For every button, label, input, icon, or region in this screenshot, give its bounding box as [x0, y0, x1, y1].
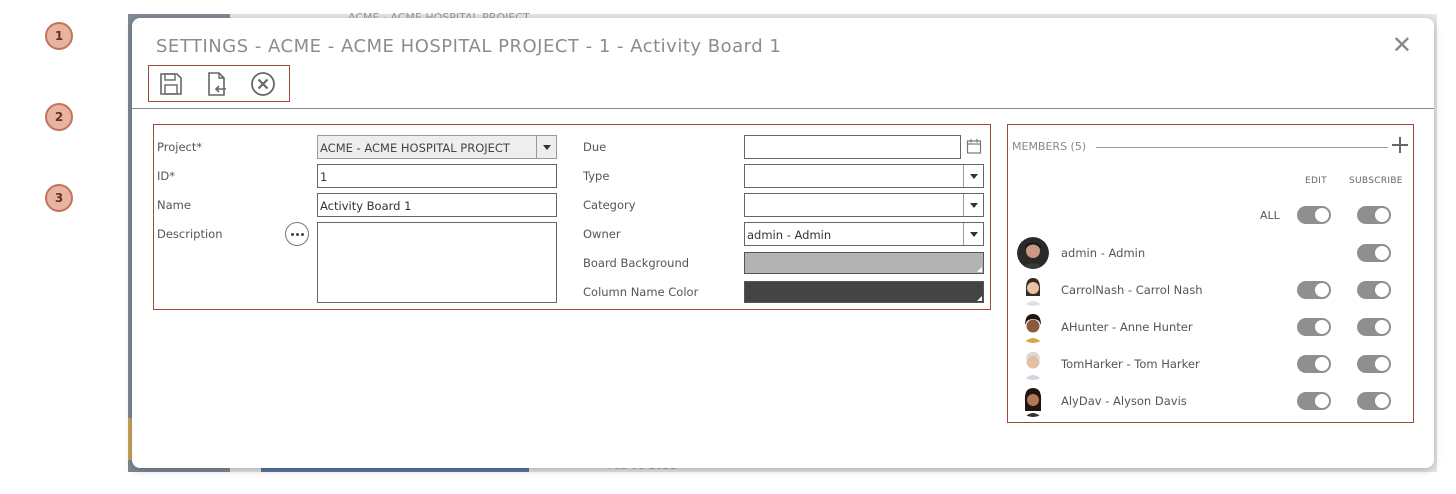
due-date-field[interactable]	[744, 135, 961, 159]
project-select[interactable]: ACME - ACME HOSPITAL PROJECT	[317, 135, 557, 159]
column-name-color-label: Column Name Color	[583, 285, 699, 299]
name-label: Name	[157, 198, 191, 212]
due-label: Due	[583, 140, 607, 154]
id-label: ID*	[157, 169, 175, 183]
save-icon	[160, 72, 182, 95]
close-icon[interactable]: ✕	[1392, 33, 1412, 57]
member-name: CarrolNash - Carrol Nash	[1061, 283, 1203, 297]
edit-toggle[interactable]	[1297, 355, 1331, 373]
avatar	[1017, 348, 1049, 380]
board-settings-form: Project* ACME - ACME HOSPITAL PROJECT ID…	[153, 124, 991, 310]
subscribe-all-toggle[interactable]	[1357, 206, 1391, 224]
chevron-down-icon[interactable]	[963, 223, 983, 245]
edit-toggle[interactable]	[1297, 318, 1331, 336]
all-label: ALL	[1260, 209, 1280, 222]
category-label: Category	[583, 198, 636, 212]
members-panel: MEMBERS (5) EDIT SUBSCRIBE ALL admin - A…	[1007, 124, 1414, 423]
member-name: AlyDav - Alyson Davis	[1061, 394, 1187, 408]
subscribe-toggle[interactable]	[1357, 281, 1391, 299]
member-row: TomHarker - Tom Harker	[1008, 347, 1413, 381]
member-name: TomHarker - Tom Harker	[1061, 357, 1200, 371]
owner-select[interactable]: admin - Admin	[744, 222, 984, 246]
more-options-icon[interactable]	[285, 222, 309, 246]
id-field[interactable]: 1	[317, 164, 557, 188]
chevron-down-icon[interactable]	[963, 165, 983, 187]
dialog-toolbar	[148, 65, 290, 102]
edit-all-toggle[interactable]	[1297, 206, 1331, 224]
member-row: admin - Admin	[1008, 236, 1413, 270]
column-name-color-picker[interactable]	[744, 281, 984, 303]
toolbar-divider	[132, 108, 1434, 109]
export-button[interactable]	[203, 70, 231, 98]
member-name: admin - Admin	[1061, 246, 1146, 260]
add-member-icon[interactable]	[1391, 136, 1409, 154]
save-button[interactable]	[157, 70, 185, 98]
avatar	[1017, 274, 1049, 306]
cancel-button[interactable]	[249, 70, 277, 98]
board-background-color-picker[interactable]	[744, 252, 984, 274]
description-label: Description	[157, 227, 223, 241]
member-row: CarrolNash - Carrol Nash	[1008, 273, 1413, 307]
members-header-line	[1096, 147, 1388, 148]
step-marker-3: 3	[45, 184, 73, 212]
avatar	[1017, 237, 1049, 269]
export-icon	[208, 71, 226, 96]
member-name: AHunter - Anne Hunter	[1061, 320, 1193, 334]
chevron-down-icon[interactable]	[963, 194, 983, 216]
step-marker-1: 1	[45, 22, 73, 50]
subscribe-toggle[interactable]	[1357, 318, 1391, 336]
type-select[interactable]	[744, 164, 984, 188]
step-marker-2: 2	[45, 103, 73, 131]
dialog-title: SETTINGS - ACME - ACME HOSPITAL PROJECT …	[156, 36, 782, 57]
category-select[interactable]	[744, 193, 984, 217]
board-background-label: Board Background	[583, 256, 690, 270]
project-value: ACME - ACME HOSPITAL PROJECT	[320, 141, 510, 155]
member-row: AHunter - Anne Hunter	[1008, 310, 1413, 344]
member-row: AlyDav - Alyson Davis	[1008, 384, 1413, 418]
calendar-icon[interactable]	[966, 138, 982, 154]
edit-column-header: EDIT	[1305, 176, 1327, 186]
owner-label: Owner	[583, 227, 621, 241]
edit-toggle[interactable]	[1297, 281, 1331, 299]
subscribe-toggle[interactable]	[1357, 244, 1391, 262]
subscribe-toggle[interactable]	[1357, 392, 1391, 410]
settings-dialog: SETTINGS - ACME - ACME HOSPITAL PROJECT …	[132, 18, 1434, 468]
chevron-down-icon[interactable]	[536, 136, 556, 158]
subscribe-toggle[interactable]	[1357, 355, 1391, 373]
avatar	[1017, 385, 1049, 417]
name-field[interactable]: Activity Board 1	[317, 193, 557, 217]
subscribe-column-header: SUBSCRIBE	[1349, 176, 1403, 186]
edit-toggle[interactable]	[1297, 392, 1331, 410]
type-label: Type	[583, 169, 610, 183]
description-textarea[interactable]	[317, 222, 557, 303]
project-label: Project*	[157, 140, 203, 154]
members-header: MEMBERS (5)	[1012, 140, 1087, 153]
avatar	[1017, 311, 1049, 343]
owner-value: admin - Admin	[747, 228, 832, 242]
cancel-circle-icon	[251, 71, 275, 96]
